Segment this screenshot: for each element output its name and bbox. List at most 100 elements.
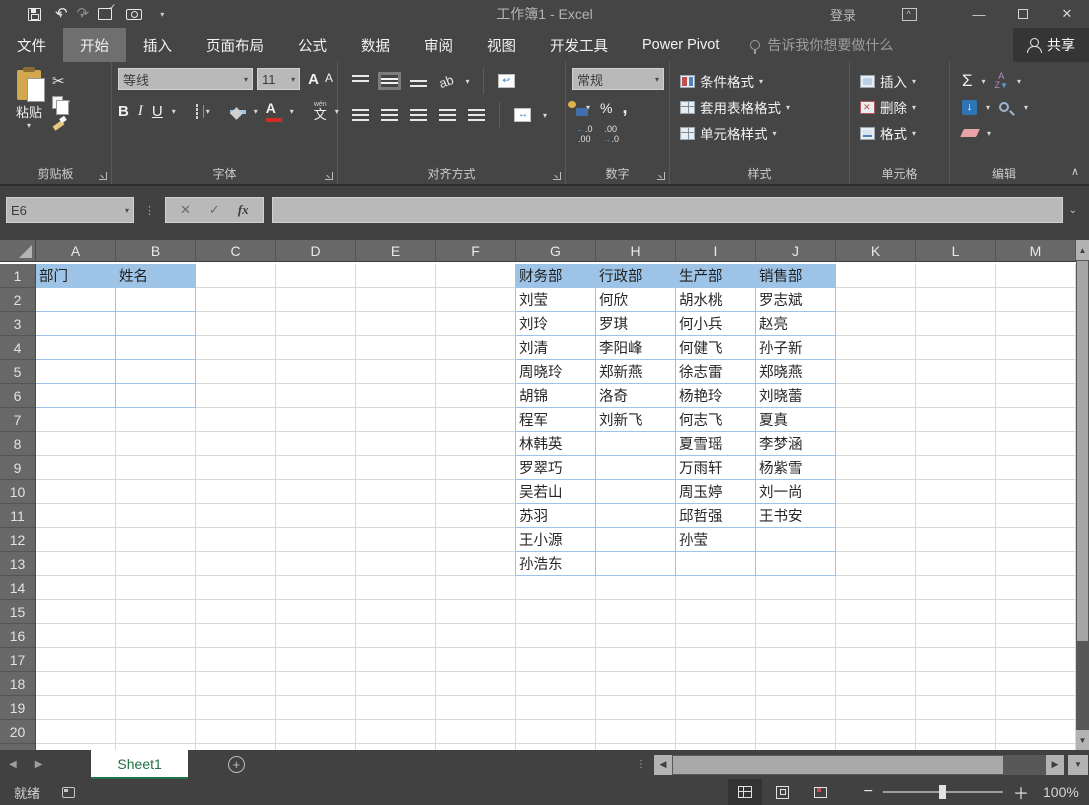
cell-K15[interactable] [836,600,916,624]
column-header-I[interactable]: I [676,240,756,262]
cell-F1[interactable] [436,264,516,288]
undo-button[interactable]: ↶▾ [55,5,63,23]
cell-M7[interactable] [996,408,1076,432]
cell-D15[interactable] [276,600,356,624]
cell-C3[interactable] [196,312,276,336]
maximize-button[interactable] [1001,0,1045,28]
borders-dropdown-icon[interactable]: ▾ [206,107,210,116]
cell-K11[interactable] [836,504,916,528]
cell-H3[interactable]: 罗琪 [596,312,676,336]
cell-J11[interactable]: 王书安 [756,504,836,528]
cut-button[interactable]: ✂ [52,72,104,90]
ribbon-tab-审阅[interactable]: 审阅 [407,28,470,62]
cell-L4[interactable] [916,336,996,360]
decrease-decimal-icon[interactable]: .00→.0 [603,125,620,145]
cell-G2[interactable]: 刘莹 [516,288,596,312]
cell-F5[interactable] [436,360,516,384]
insert-function-icon[interactable]: fx [238,202,249,218]
cell-A5[interactable] [36,360,116,384]
cell-I2[interactable]: 胡水桃 [676,288,756,312]
minimize-button[interactable]: — [957,0,1001,28]
ribbon-tab-公式[interactable]: 公式 [281,28,344,62]
row-header-10[interactable]: 10 [0,480,36,504]
cell-D3[interactable] [276,312,356,336]
row-header-3[interactable]: 3 [0,312,36,336]
cell-E15[interactable] [356,600,436,624]
cell-J10[interactable]: 刘一尚 [756,480,836,504]
cell-J15[interactable] [756,600,836,624]
cell-F4[interactable] [436,336,516,360]
cell-H16[interactable] [596,624,676,648]
cell-J18[interactable] [756,672,836,696]
cell-M6[interactable] [996,384,1076,408]
cell-L15[interactable] [916,600,996,624]
cell-D7[interactable] [276,408,356,432]
cell-F15[interactable] [436,600,516,624]
vertical-scrollbar[interactable]: ▲ ▼ [1076,240,1089,750]
cell-G16[interactable] [516,624,596,648]
cell-L18[interactable] [916,672,996,696]
ribbon-tab-视图[interactable]: 视图 [470,28,533,62]
row-header-8[interactable]: 8 [0,432,36,456]
cell-E6[interactable] [356,384,436,408]
cell-G5[interactable]: 周晓玲 [516,360,596,384]
comma-style-button[interactable]: , [622,97,627,118]
percent-style-button[interactable]: % [600,100,612,116]
cell-A18[interactable] [36,672,116,696]
cell-F17[interactable] [436,648,516,672]
cell-K4[interactable] [836,336,916,360]
cell-J19[interactable] [756,696,836,720]
cell-D18[interactable] [276,672,356,696]
cell-H4[interactable]: 李阳峰 [596,336,676,360]
row-header-19[interactable]: 19 [0,696,36,720]
add-sheet-icon[interactable]: + [228,756,245,773]
cell-I19[interactable] [676,696,756,720]
cell-I1[interactable]: 生产部 [676,264,756,288]
cell-L10[interactable] [916,480,996,504]
row-header-14[interactable]: 14 [0,576,36,600]
fill-color-dropdown-icon[interactable]: ▾ [254,107,258,116]
cell-D11[interactable] [276,504,356,528]
zoom-out-icon[interactable]: − [864,783,873,801]
ribbon-tab-开发工具[interactable]: 开发工具 [533,28,625,62]
cell-K9[interactable] [836,456,916,480]
increase-indent-icon[interactable] [468,109,485,121]
cell-H15[interactable] [596,600,676,624]
cell-E8[interactable] [356,432,436,456]
sheet-next-icon[interactable]: ▶ [26,750,52,779]
cell-H13[interactable] [596,552,676,576]
cell-L8[interactable] [916,432,996,456]
cell-I5[interactable]: 徐志雷 [676,360,756,384]
cell-L20[interactable] [916,720,996,744]
cell-E1[interactable] [356,264,436,288]
cell-A15[interactable] [36,600,116,624]
cell-C20[interactable] [196,720,276,744]
cell-L6[interactable] [916,384,996,408]
cell-M18[interactable] [996,672,1076,696]
merge-center-icon[interactable] [514,108,531,122]
column-header-G[interactable]: G [516,240,596,262]
cell-A20[interactable] [36,720,116,744]
cell-M8[interactable] [996,432,1076,456]
cell-M13[interactable] [996,552,1076,576]
cell-C5[interactable] [196,360,276,384]
cell-K14[interactable] [836,576,916,600]
cell-G12[interactable]: 王小源 [516,528,596,552]
cell-I12[interactable]: 孙莹 [676,528,756,552]
cell-B19[interactable] [116,696,196,720]
column-header-F[interactable]: F [436,240,516,262]
cell-F19[interactable] [436,696,516,720]
underline-dropdown-icon[interactable]: ▾ [172,107,176,116]
cell-E10[interactable] [356,480,436,504]
cell-F12[interactable] [436,528,516,552]
row-header-11[interactable]: 11 [0,504,36,528]
cell-C7[interactable] [196,408,276,432]
redo-button[interactable]: ↷▾ [77,5,85,23]
cell-H11[interactable] [596,504,676,528]
cell-I14[interactable] [676,576,756,600]
cell-F16[interactable] [436,624,516,648]
fill-color-button[interactable] [230,109,246,114]
cell-B6[interactable] [116,384,196,408]
cell-B1[interactable]: 姓名 [116,264,196,288]
column-header-H[interactable]: H [596,240,676,262]
